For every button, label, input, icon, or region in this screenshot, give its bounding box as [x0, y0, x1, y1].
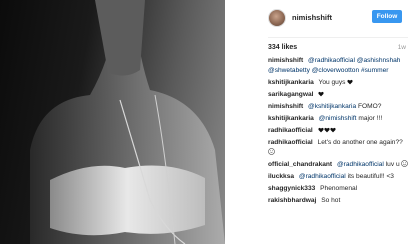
comment-mention[interactable]: @radhikaofficial — [337, 161, 384, 168]
list-item: nimishshift @kshitijkankaria FOMO? — [268, 102, 410, 112]
comment-user[interactable]: radhikaofficial — [268, 139, 313, 146]
grin-face-icon — [268, 147, 275, 155]
comment-user[interactable]: rakishbhardwaj — [268, 197, 316, 204]
comments-list: nimishshift @radhikaofficial @ashishnsha… — [268, 56, 410, 208]
comment-user[interactable]: nimishshift — [268, 103, 303, 110]
caption-mention[interactable]: @radhikaofficial — [308, 57, 355, 64]
list-item: iluckksa @radhikaofficial its beautiful!… — [268, 172, 410, 182]
comment-user[interactable]: iluckksa — [268, 173, 294, 180]
caption-hashtag[interactable]: #summer — [361, 67, 388, 74]
caption-mention[interactable]: @cloverwootton — [312, 67, 359, 74]
comment-user[interactable]: official_chandrakant — [268, 161, 332, 168]
list-item: radhikaofficial Let's do another one aga… — [268, 138, 410, 157]
post-sidebar: nimishshift Follow 334 likes 1w nimishsh… — [256, 0, 414, 244]
list-item: kshitijkankaria You guys — [268, 78, 410, 88]
list-item: shaggynick333 Phenomenal — [268, 184, 410, 194]
comment-user[interactable]: kshitijkankaria — [268, 79, 314, 86]
post-time[interactable]: 1w — [398, 44, 406, 51]
avatar[interactable] — [268, 9, 286, 27]
comment-text: Phenomenal — [320, 184, 358, 192]
comment-user[interactable]: sarikagangwal — [268, 91, 313, 98]
caption-user[interactable]: nimishshift — [268, 57, 303, 64]
heart-icon — [329, 127, 336, 133]
header-username[interactable]: nimishshift — [292, 13, 332, 22]
comment-mention[interactable]: @radhikaofficial — [299, 173, 346, 180]
comment-text: its beautiful!! <3 — [347, 172, 394, 180]
comment-user[interactable]: shaggynick333 — [268, 185, 315, 192]
photo-illustration — [30, 0, 225, 244]
list-item: rakishbhardwaj So hot — [268, 196, 410, 206]
post-header: nimishshift Follow — [256, 0, 414, 38]
comment-mention[interactable]: @nimishshift — [319, 115, 357, 122]
list-item: official_chandrakant @radhikaofficial lu… — [268, 159, 410, 170]
comment-user[interactable]: radhikaofficial — [268, 127, 313, 134]
comment-text: Let's do another one again?? — [317, 139, 403, 147]
comment-text: major !!! — [358, 114, 383, 122]
comment-text: You guys — [318, 78, 346, 86]
comment-text: luv u — [385, 160, 400, 168]
caption-mention[interactable]: @shwetabetty — [268, 67, 310, 74]
header-divider — [268, 37, 408, 38]
post-photo[interactable] — [0, 0, 225, 244]
comment-mention[interactable]: @kshitijkankaria — [308, 103, 356, 110]
instagram-post: nimishshift Follow 334 likes 1w nimishsh… — [0, 0, 414, 244]
comment-text: So hot — [321, 196, 341, 204]
comment-user[interactable]: kshitijkankaria — [268, 115, 314, 122]
follow-button[interactable]: Follow — [372, 10, 402, 23]
comment-text: FOMO? — [357, 102, 382, 110]
heart-icon — [347, 79, 353, 84]
heart-icon — [318, 91, 324, 97]
likes-count[interactable]: 334 likes — [268, 44, 297, 51]
list-item: kshitijkankaria @nimishshift major !!! — [268, 114, 410, 124]
caption: nimishshift @radhikaofficial @ashishnsha… — [268, 56, 410, 75]
list-item: radhikaofficial — [268, 126, 410, 136]
caption-mention[interactable]: @ashishnshah — [357, 57, 401, 64]
list-item: sarikagangwal — [268, 90, 410, 100]
smile-face-icon — [401, 159, 409, 167]
